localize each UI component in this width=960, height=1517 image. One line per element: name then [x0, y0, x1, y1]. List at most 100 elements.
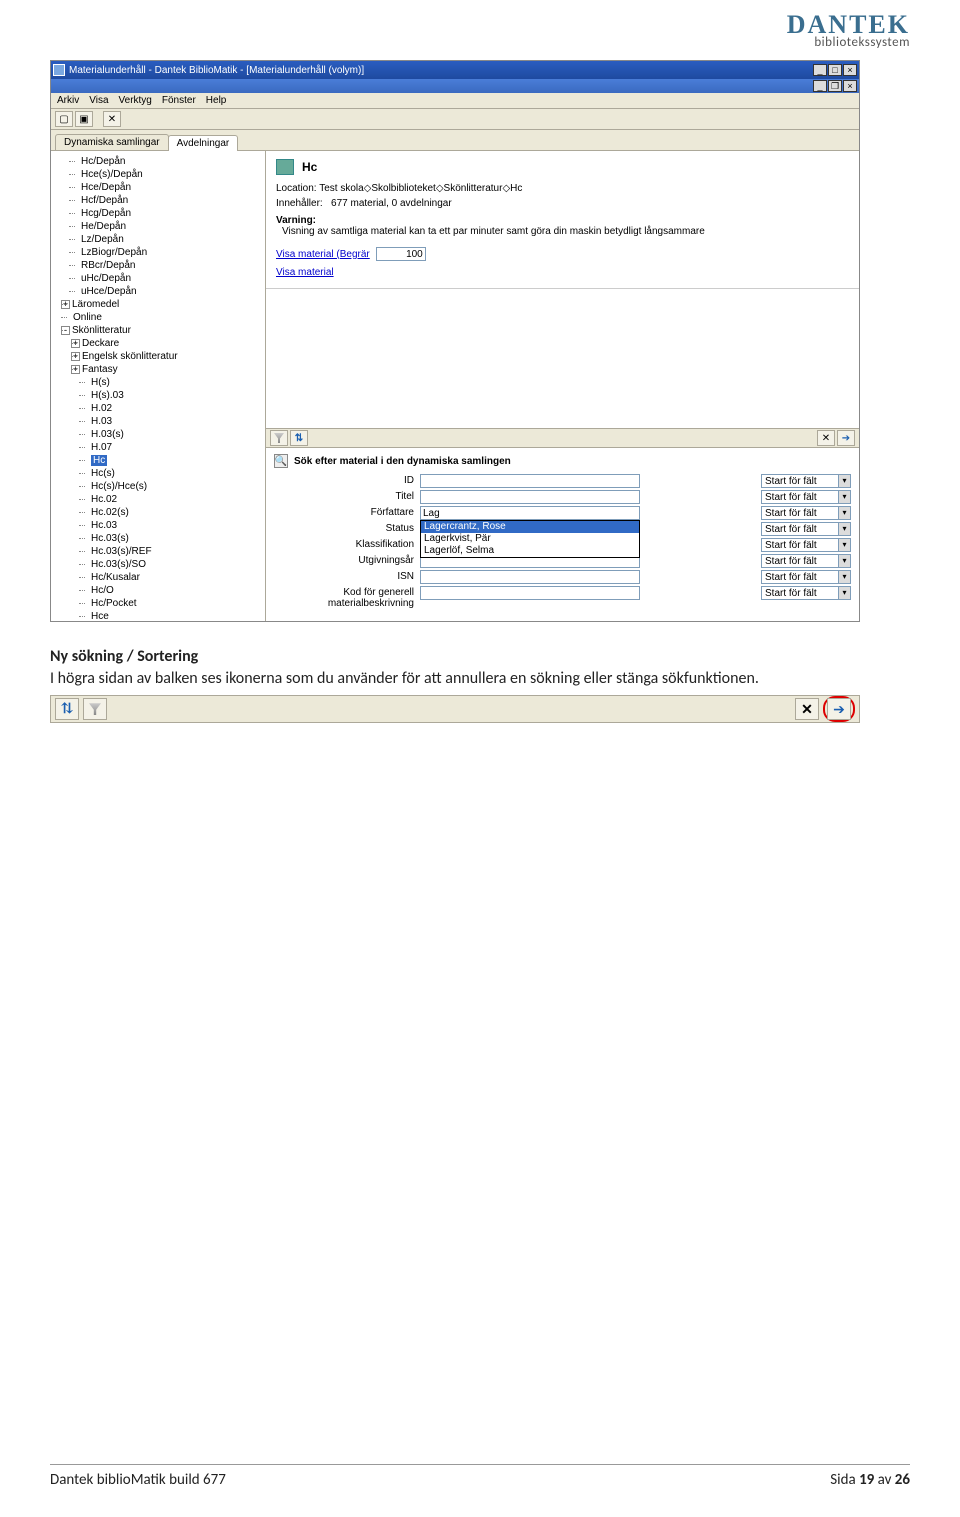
menu-help[interactable]: Help	[206, 95, 227, 106]
child-restore-button[interactable]: ❐	[828, 80, 842, 92]
match-mode-select[interactable]: Start för fält▾	[761, 474, 851, 488]
tree-item[interactable]: Hce	[91, 611, 109, 621]
funnel-icon[interactable]	[270, 430, 288, 446]
search-section: 🔍 Sök efter material i den dynamiska sam…	[266, 448, 859, 621]
open-icon[interactable]: ▣	[75, 111, 93, 127]
child-minimize-button[interactable]: _	[813, 80, 827, 92]
maximize-button[interactable]: □	[828, 64, 842, 76]
tree-item[interactable]: uHc/Depån	[81, 273, 131, 284]
tree-toggle-icon[interactable]: +	[61, 300, 70, 309]
tree-item[interactable]: Online	[73, 312, 102, 323]
tree-toggle-icon[interactable]: +	[71, 339, 80, 348]
tree-item[interactable]: H.07	[91, 442, 112, 453]
chevron-down-icon[interactable]: ▾	[838, 555, 850, 567]
tree-item[interactable]: He/Depån	[81, 221, 126, 232]
tree-pane: Hc/Depån Hce(s)/Depån Hce/Depån Hcf/Depån Hc…	[51, 151, 266, 621]
tree-item[interactable]: Hc.03(s)	[91, 533, 129, 544]
tree-item[interactable]: Hc/Pocket	[91, 598, 137, 609]
dropdown-option[interactable]: Lagerlöf, Selma	[421, 545, 639, 557]
clear-icon[interactable]: ✕	[817, 430, 835, 446]
tree-item[interactable]: Lz/Depån	[81, 234, 124, 245]
chevron-down-icon[interactable]: ▾	[838, 539, 850, 551]
chevron-down-icon[interactable]: ▾	[838, 491, 850, 503]
tree-item[interactable]: Hc/O	[91, 585, 114, 596]
tree-item[interactable]: H(s)	[91, 377, 110, 388]
match-mode-select[interactable]: Start för fält▾	[761, 570, 851, 584]
tree-item[interactable]: Deckare	[82, 338, 119, 349]
match-mode-select[interactable]: Start för fält▾	[761, 522, 851, 536]
minimize-button[interactable]: _	[813, 64, 827, 76]
close-search-button-figure: ➔	[827, 698, 851, 720]
field-label: ID	[274, 474, 414, 486]
tree-item[interactable]: Fantasy	[82, 364, 118, 375]
tree-toggle-icon[interactable]: +	[71, 365, 80, 374]
chevron-down-icon[interactable]: ▾	[838, 571, 850, 583]
tree-item[interactable]: Hc	[91, 455, 107, 466]
section-heading: Ny sökning / Sortering	[50, 646, 910, 668]
chevron-down-icon[interactable]: ▾	[838, 507, 850, 519]
tree-item[interactable]: H.03(s)	[91, 429, 124, 440]
search-text-input[interactable]	[420, 570, 640, 584]
tree-item[interactable]: Hce/Depån	[81, 182, 131, 193]
menu-verktyg[interactable]: Verktyg	[119, 95, 152, 106]
tree-item[interactable]: Hc.03	[91, 520, 117, 531]
search-text-input[interactable]	[420, 474, 640, 488]
tree-item[interactable]: Hc.03(s)/REF	[91, 546, 152, 557]
field-label: ISN	[274, 570, 414, 582]
menu-fonster[interactable]: Fönster	[162, 95, 196, 106]
match-mode-select[interactable]: Start för fält▾	[761, 490, 851, 504]
innehaller-label: Innehåller:	[276, 198, 323, 209]
tree-item[interactable]: Hc.03(s)/SO	[91, 559, 146, 570]
brand-logo: DANTEK bibliotekssystem	[787, 12, 910, 49]
tree-item[interactable]: uHce/Depån	[81, 286, 137, 297]
sort-icon[interactable]: ⇅	[290, 430, 308, 446]
chevron-down-icon[interactable]: ▾	[838, 475, 850, 487]
match-mode-select[interactable]: Start för fält▾	[761, 538, 851, 552]
close-button[interactable]: ×	[843, 64, 857, 76]
tree-item[interactable]: H(s).03	[91, 390, 124, 401]
tree-toggle-icon[interactable]: -	[61, 326, 70, 335]
tree-item[interactable]: Hce(s)/Depån	[81, 169, 143, 180]
tree-toggle-icon[interactable]: +	[71, 352, 80, 361]
tree-item[interactable]: Hc(s)	[91, 468, 115, 479]
tree-item[interactable]: RBcr/Depån	[81, 260, 135, 271]
tab-dynamiska[interactable]: Dynamiska samlingar	[55, 134, 169, 150]
match-mode-select[interactable]: Start för fält▾	[761, 506, 851, 520]
tree-item[interactable]: Hc(s)/Hce(s)	[91, 481, 147, 492]
show-material-limited-link[interactable]: Visa material (Begrär	[276, 249, 370, 260]
tree-item[interactable]: Skönlitteratur	[72, 325, 131, 336]
tab-avdelningar[interactable]: Avdelningar	[168, 135, 239, 151]
new-icon[interactable]: ▢	[55, 111, 73, 127]
tree-item[interactable]: Hc.02	[91, 494, 117, 505]
tree-item[interactable]: Hc/Depån	[81, 156, 125, 167]
tab-strip: Dynamiska samlingar Avdelningar	[51, 130, 859, 151]
child-close-button[interactable]: ×	[843, 80, 857, 92]
limit-input[interactable]	[376, 247, 426, 261]
forfattare-input[interactable]	[420, 506, 640, 520]
chevron-down-icon[interactable]: ▾	[838, 587, 850, 599]
dropdown-option[interactable]: Lagerkvist, Pär	[421, 533, 639, 545]
forfattare-dropdown[interactable]: Lagercrantz, RoseLagerkvist, PärLagerlöf…	[420, 520, 640, 558]
tree[interactable]: Hc/Depån Hce(s)/Depån Hce/Depån Hcf/Depån Hc…	[53, 155, 263, 621]
tree-item[interactable]: Hcf/Depån	[81, 195, 128, 206]
show-material-link[interactable]: Visa material	[276, 267, 334, 278]
tree-item[interactable]: Läromedel	[72, 299, 119, 310]
tree-item[interactable]: LzBiogr/Depån	[81, 247, 147, 258]
tree-item[interactable]: H.03	[91, 416, 112, 427]
match-mode-select[interactable]: Start för fält▾	[761, 554, 851, 568]
search-field-row: FörfattareLagercrantz, RoseLagerkvist, P…	[274, 506, 851, 520]
tree-item[interactable]: H.02	[91, 403, 112, 414]
tree-item[interactable]: Hc/Kusalar	[91, 572, 140, 583]
menu-visa[interactable]: Visa	[89, 95, 108, 106]
tree-item[interactable]: Hcg/Depån	[81, 208, 131, 219]
dropdown-option[interactable]: Lagercrantz, Rose	[421, 521, 639, 533]
chevron-down-icon[interactable]: ▾	[838, 523, 850, 535]
search-text-input[interactable]	[420, 586, 640, 600]
menu-arkiv[interactable]: Arkiv	[57, 95, 79, 106]
tree-item[interactable]: Engelsk skönlitteratur	[82, 351, 178, 362]
match-mode-select[interactable]: Start för fält▾	[761, 586, 851, 600]
go-icon[interactable]: ➔	[837, 430, 855, 446]
close-icon[interactable]: ✕	[103, 111, 121, 127]
search-text-input[interactable]	[420, 490, 640, 504]
tree-item[interactable]: Hc.02(s)	[91, 507, 129, 518]
